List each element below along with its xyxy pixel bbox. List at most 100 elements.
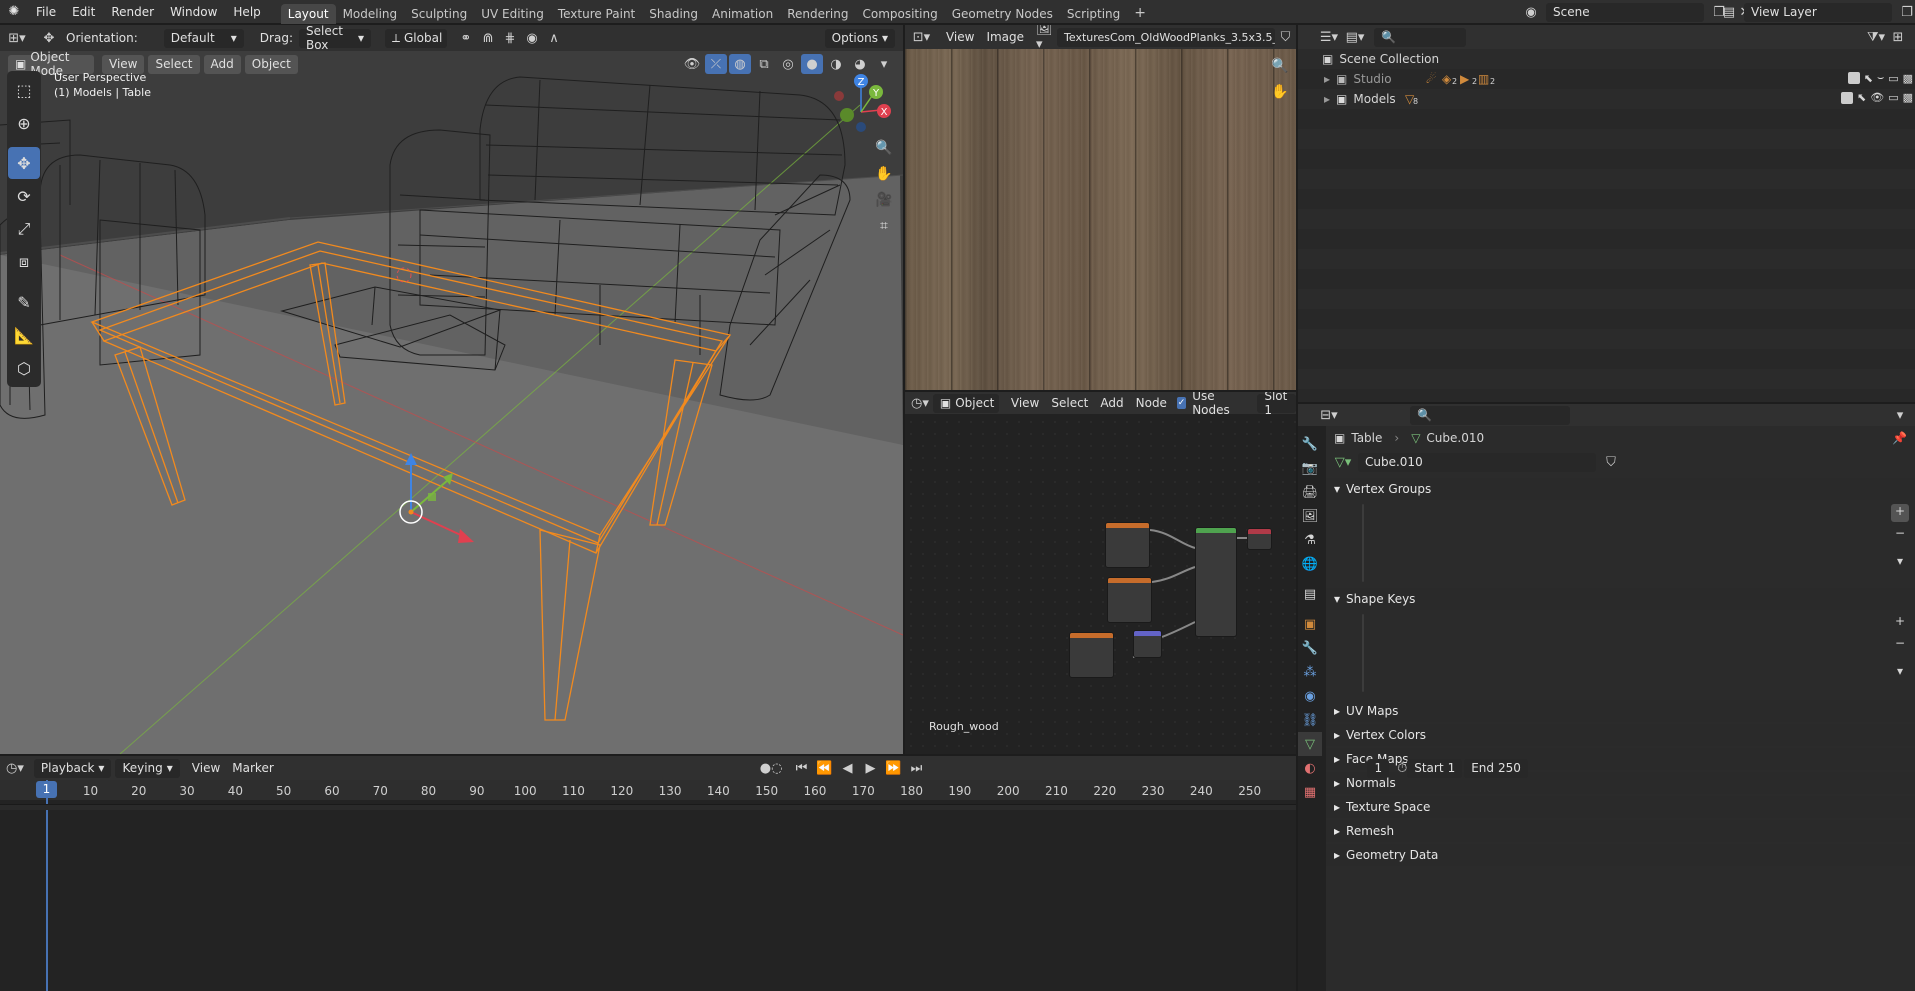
tool-tab-icon[interactable]: 🔧 [1298,432,1322,456]
wireframe-shading-icon[interactable]: ◎ [777,54,799,74]
panel-vertex-colors[interactable]: ▸ Vertex Colors [1326,724,1915,746]
pan-hand-icon[interactable]: ✋ [871,161,897,187]
panel-uv-maps[interactable]: ▸ UV Maps [1326,700,1915,722]
orientation-dropdown[interactable]: Default ▾ [163,28,244,48]
panel-vertex-groups[interactable]: ▾ Vertex Groups [1326,478,1915,500]
scene-collection-row[interactable]: ▣ Scene Collection [1298,49,1915,69]
image-texture-node-3[interactable] [1069,632,1114,678]
display-mode-icon[interactable]: ▤▾ [1344,27,1366,47]
menu-image-view[interactable]: View [940,30,980,44]
filter-icon[interactable]: ⧩▾ [1865,27,1887,47]
menu-marker[interactable]: Marker [226,761,279,775]
menu-file[interactable]: File [28,5,64,19]
mesh-name-field[interactable]: Cube.010 [1358,452,1596,472]
image-name-field[interactable]: TexturesCom_OldWoodPlanks_3.5x3.5_1K_alb… [1057,27,1276,47]
ortho-grid-icon[interactable]: ⌗ [871,213,897,239]
current-frame-field[interactable]: 1 [1367,758,1390,778]
cursor-icon[interactable]: ⊕ [8,107,40,139]
fake-user-shield-icon[interactable]: ⛉ [1275,27,1296,47]
solid-shading-icon[interactable]: ● [801,54,823,74]
view-layer-tab-icon[interactable]: 🖼 [1298,504,1322,528]
copy-view-layer-icon[interactable]: ❐ [1896,2,1915,22]
keying-set-icon[interactable]: ◌ [771,758,782,778]
panel-shape-keys[interactable]: ▾ Shape Keys [1326,588,1915,610]
remove-icon[interactable]: − [1891,636,1909,654]
view-layer-icon[interactable]: ▤ [1718,2,1740,22]
snap-icon[interactable]: ⋒ [477,28,499,48]
transform-tool-icon[interactable]: ✥ [38,28,60,48]
end-frame-field[interactable]: End 250 [1464,758,1528,778]
texture-tab-icon[interactable]: ▦ [1298,780,1322,804]
expand-arrow-icon[interactable]: ▸ [1324,72,1330,86]
principled-bsdf-node[interactable] [1195,527,1237,637]
pin-icon[interactable]: 📌 [1892,431,1907,445]
record-icon[interactable]: ● [760,758,771,778]
pivot-icon[interactable]: ⚭ [455,28,477,48]
panel-texture-space[interactable]: ▸ Texture Space [1326,796,1915,818]
material-shading-icon[interactable]: ◑ [825,54,847,74]
scale-icon[interactable]: ⤢ [8,213,40,245]
pan-hand-icon[interactable]: ✋ [1267,79,1293,105]
collection-tab-icon[interactable]: ▤ [1298,582,1322,606]
image-texture-node-2[interactable] [1107,577,1152,623]
output-tab-icon[interactable]: 🖨 [1298,480,1322,504]
tab-animation[interactable]: Animation [705,4,780,24]
viewport-icon[interactable]: ▭ [1888,91,1898,104]
outliner-row-models[interactable]: ▸ ▣ Models ▽ 8 ⬉ 👁 ▭ ▩ [1298,89,1915,109]
menu-help[interactable]: Help [225,5,268,19]
constraints-tab-icon[interactable]: ⛓ [1298,708,1322,732]
next-keyframe-icon[interactable]: ⏩ [882,758,904,778]
menu-timeline-view[interactable]: View [186,761,226,775]
image-editor[interactable]: ⊡▾ View Image 🖼▾ TexturesCom_OldWoodPlan… [905,25,1296,390]
drag-dropdown[interactable]: Select Box ▾ [298,25,371,52]
menu-viewport-add[interactable]: Add [203,54,241,74]
checkbox-icon[interactable] [1841,91,1853,104]
snap-target-icon[interactable]: ⋕ [499,28,521,48]
render-tab-icon[interactable]: 📷 [1298,456,1322,480]
add-icon[interactable]: + [1891,614,1909,632]
jump-start-icon[interactable]: ⏮ [790,758,812,778]
blender-logo-icon[interactable]: ✺ [0,2,28,22]
menu-render[interactable]: Render [103,5,162,19]
camera-icon[interactable]: 🎥 [871,187,897,213]
mesh-browse-icon[interactable]: ▽▾ [1332,452,1354,472]
move-icon[interactable]: ✥ [8,147,40,179]
annotate-icon[interactable]: ✎ [8,286,40,318]
panel-geometry-data[interactable]: ▸ Geometry Data [1326,844,1915,866]
world-tab-icon[interactable]: 🌐 [1298,552,1322,576]
tab-sculpting[interactable]: Sculpting [404,4,474,24]
material-output-node[interactable] [1247,528,1272,550]
prev-keyframe-icon[interactable]: ⏪ [813,758,835,778]
outliner-search-input[interactable]: 🔍 [1374,27,1466,47]
transform-space-dropdown[interactable]: ⟂ Global [384,28,447,48]
viewport-icon[interactable]: ▭ [1888,72,1898,85]
tab-shading[interactable]: Shading [642,4,705,24]
outliner-row-studio[interactable]: ▸ ▣ Studio ☄ ◈ 2 ▶ 2 ▥ 2 ⬉ ⌣ ▭ ▩ [1298,69,1915,89]
zoom-icon[interactable]: 🔍 [1267,53,1293,79]
object-tab-icon[interactable]: ▣ [1298,612,1322,636]
image-browse-icon[interactable]: 🖼▾ [1036,25,1057,52]
menu-viewport-select[interactable]: Select [148,54,200,74]
shading-options-icon[interactable]: ▾ [873,54,895,74]
viewport-3d[interactable]: Z Y X ⊞▾ ✥ Orientation: Default ▾ Drag: S… [0,25,903,754]
material-tab-icon[interactable]: ◐ [1298,756,1322,780]
proportional-edit-icon[interactable]: ◉ [521,28,543,48]
playhead-line[interactable] [46,780,48,991]
normal-map-node[interactable] [1133,630,1162,658]
add-cube-icon[interactable]: ⬡ [8,352,40,384]
scene-icon[interactable]: ◉ [1520,2,1542,22]
tab-layout[interactable]: Layout [280,3,336,24]
remove-icon[interactable]: − [1891,526,1909,544]
menu-image-image[interactable]: Image [980,30,1030,44]
menu-playback[interactable]: Playback ▾ [33,758,112,778]
menu-keying[interactable]: Keying ▾ [115,758,180,778]
select-arrow-icon[interactable]: ⬉ [1864,72,1873,85]
zoom-icon[interactable]: 🔍 [871,135,897,161]
properties-type-icon[interactable]: ⊟▾ [1318,405,1340,425]
outliner-type-icon[interactable]: ☰▾ [1318,27,1340,47]
play-icon[interactable]: ▶ [859,758,881,778]
options-chevron-icon[interactable]: ▾ [1889,405,1911,425]
visibility-icon[interactable]: 👁 [681,54,703,74]
tab-scripting[interactable]: Scripting [1060,4,1127,24]
expand-arrow-icon[interactable]: ▸ [1324,92,1330,106]
